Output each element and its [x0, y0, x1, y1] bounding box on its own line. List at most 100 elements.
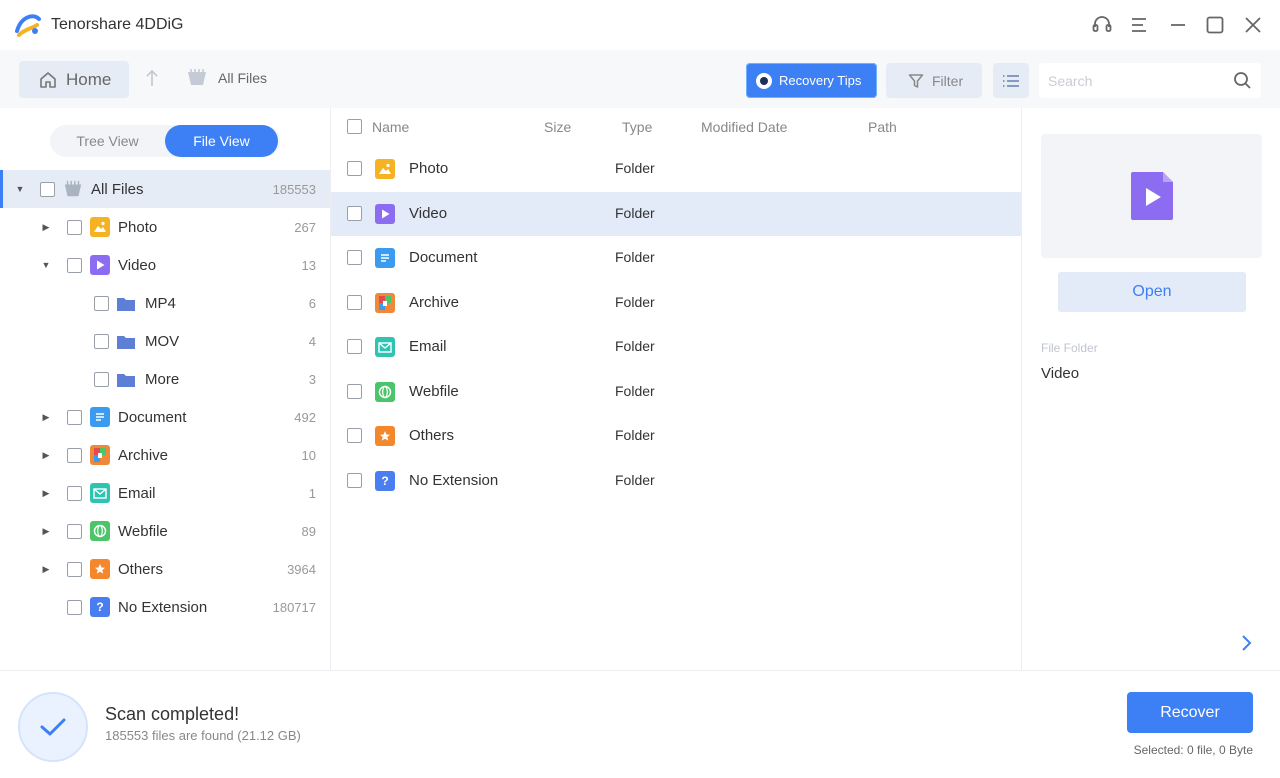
tree-item-webfile[interactable]: ▶ Webfile 89: [0, 512, 330, 550]
table-row[interactable]: Archive Folder: [331, 281, 1021, 325]
up-arrow-icon[interactable]: [145, 68, 165, 90]
caret-down-icon[interactable]: ▼: [15, 184, 25, 194]
video-file-icon: [1130, 172, 1173, 220]
row-type: Folder: [615, 249, 655, 265]
checkbox[interactable]: [67, 410, 82, 425]
next-chevron-icon[interactable]: [1227, 624, 1265, 662]
caret-right-icon[interactable]: ▶: [41, 564, 51, 574]
checkbox[interactable]: [94, 296, 109, 311]
list-view-icon: [1003, 74, 1019, 87]
support-headset-icon[interactable]: [1090, 13, 1114, 37]
row-name: No Extension: [409, 472, 499, 489]
checkbox[interactable]: [347, 339, 362, 354]
tree-view-tab[interactable]: Tree View: [50, 125, 165, 157]
minimize-icon[interactable]: [1166, 13, 1190, 37]
home-button[interactable]: Home: [19, 61, 129, 98]
tree-item-count: 13: [301, 257, 316, 273]
file-view-tab[interactable]: File View: [165, 125, 278, 157]
checkbox[interactable]: [67, 524, 82, 539]
caret-right-icon[interactable]: ▶: [41, 412, 51, 422]
caret-right-icon[interactable]: ▶: [41, 450, 51, 460]
close-icon[interactable]: [1241, 13, 1265, 37]
checkbox[interactable]: [347, 295, 362, 310]
home-icon: [40, 71, 56, 88]
tree-item-photo[interactable]: ▶ Photo 267: [0, 208, 330, 246]
tree-item-others[interactable]: ▶ Others 3964: [0, 550, 330, 588]
checkbox[interactable]: [347, 250, 362, 265]
row-name: Document: [409, 249, 478, 266]
recover-button[interactable]: Recover: [1127, 692, 1253, 733]
tree-item-label: Webfile: [118, 522, 168, 540]
checkbox[interactable]: [67, 258, 82, 273]
column-header-type[interactable]: Type: [622, 119, 652, 135]
table-row[interactable]: Document Folder: [331, 236, 1021, 280]
all-files-icon: [64, 180, 82, 197]
app-title: Tenorshare 4DDiG: [51, 16, 184, 33]
tree-item-document[interactable]: ▶ Document 492: [0, 398, 330, 436]
tree-item-label: Archive: [118, 446, 169, 464]
table-header: Name Size Type Modified Date Path: [331, 108, 1021, 146]
row-name: Archive: [409, 294, 460, 311]
column-header-size[interactable]: Size: [544, 119, 571, 135]
caret-right-icon[interactable]: ▶: [41, 222, 51, 232]
caret-right-icon[interactable]: ▶: [41, 526, 51, 536]
select-all-checkbox[interactable]: [347, 119, 362, 134]
maximize-icon[interactable]: [1203, 13, 1227, 37]
caret-right-icon[interactable]: ▶: [41, 488, 51, 498]
tree-item-email[interactable]: ▶ Email 1: [0, 474, 330, 512]
tree-item-more[interactable]: More 3: [0, 360, 330, 398]
tree-item-count: 185553: [272, 181, 316, 197]
open-button[interactable]: Open: [1058, 272, 1246, 312]
app-logo-icon: [15, 14, 41, 37]
tree-item-count: 1: [308, 485, 316, 501]
table-row[interactable]: ? No Extension Folder: [331, 459, 1021, 503]
toolbar: Home All Files Recovery Tips Filter: [0, 50, 1280, 108]
menu-icon[interactable]: [1127, 13, 1151, 37]
checkbox[interactable]: [67, 220, 82, 235]
column-header-name[interactable]: Name: [372, 119, 409, 135]
checkbox[interactable]: [347, 161, 362, 176]
tree-item-label: All Files: [91, 180, 144, 198]
checkbox[interactable]: [347, 206, 362, 221]
tree-item-count: 267: [294, 219, 316, 235]
table-row[interactable]: Others Folder: [331, 414, 1021, 458]
caret-down-icon[interactable]: ▼: [41, 260, 51, 270]
filter-button[interactable]: Filter: [886, 63, 982, 98]
checkbox[interactable]: [347, 473, 362, 488]
checkbox[interactable]: [40, 182, 55, 197]
tree-item-label: Others: [118, 560, 164, 578]
search-input[interactable]: [1039, 63, 1219, 98]
column-header-modified-date[interactable]: Modified Date: [701, 119, 787, 135]
tree-item-video[interactable]: ▼ Video 13: [0, 246, 330, 284]
view-toggle: Tree View File View: [50, 125, 280, 157]
checkbox[interactable]: [347, 384, 362, 399]
checkbox[interactable]: [347, 428, 362, 443]
checkbox[interactable]: [67, 600, 82, 615]
preview-panel: Open File Folder Video: [1021, 108, 1280, 670]
tree-item-count: 3964: [287, 561, 316, 577]
search-icon[interactable]: [1233, 71, 1252, 90]
table-row[interactable]: Video Folder: [331, 192, 1021, 236]
tree-item-all-files[interactable]: ▼ All Files 185553: [0, 170, 330, 208]
preview-area: [1041, 134, 1262, 258]
checkbox[interactable]: [67, 562, 82, 577]
table-row[interactable]: Email Folder: [331, 325, 1021, 369]
tree-item-no-extension[interactable]: ? No Extension 180717: [0, 588, 330, 626]
webfile-icon: [375, 382, 395, 402]
table-row[interactable]: Webfile Folder: [331, 370, 1021, 414]
breadcrumb-label[interactable]: All Files: [218, 70, 267, 86]
others-icon: [375, 426, 395, 446]
row-name: Video: [409, 205, 448, 222]
tree-item-mp4[interactable]: MP4 6: [0, 284, 330, 322]
checkbox[interactable]: [67, 448, 82, 463]
tree-item-mov[interactable]: MOV 4: [0, 322, 330, 360]
checkbox[interactable]: [67, 486, 82, 501]
checkbox[interactable]: [94, 372, 109, 387]
checkbox[interactable]: [94, 334, 109, 349]
column-header-path[interactable]: Path: [868, 119, 897, 135]
table-row[interactable]: Photo Folder: [331, 147, 1021, 191]
list-view-button[interactable]: [993, 63, 1029, 98]
tree-item-archive[interactable]: ▶ Archive 10: [0, 436, 330, 474]
recovery-tips-button[interactable]: Recovery Tips: [746, 63, 877, 98]
file-folder-value: Video: [1041, 365, 1080, 382]
